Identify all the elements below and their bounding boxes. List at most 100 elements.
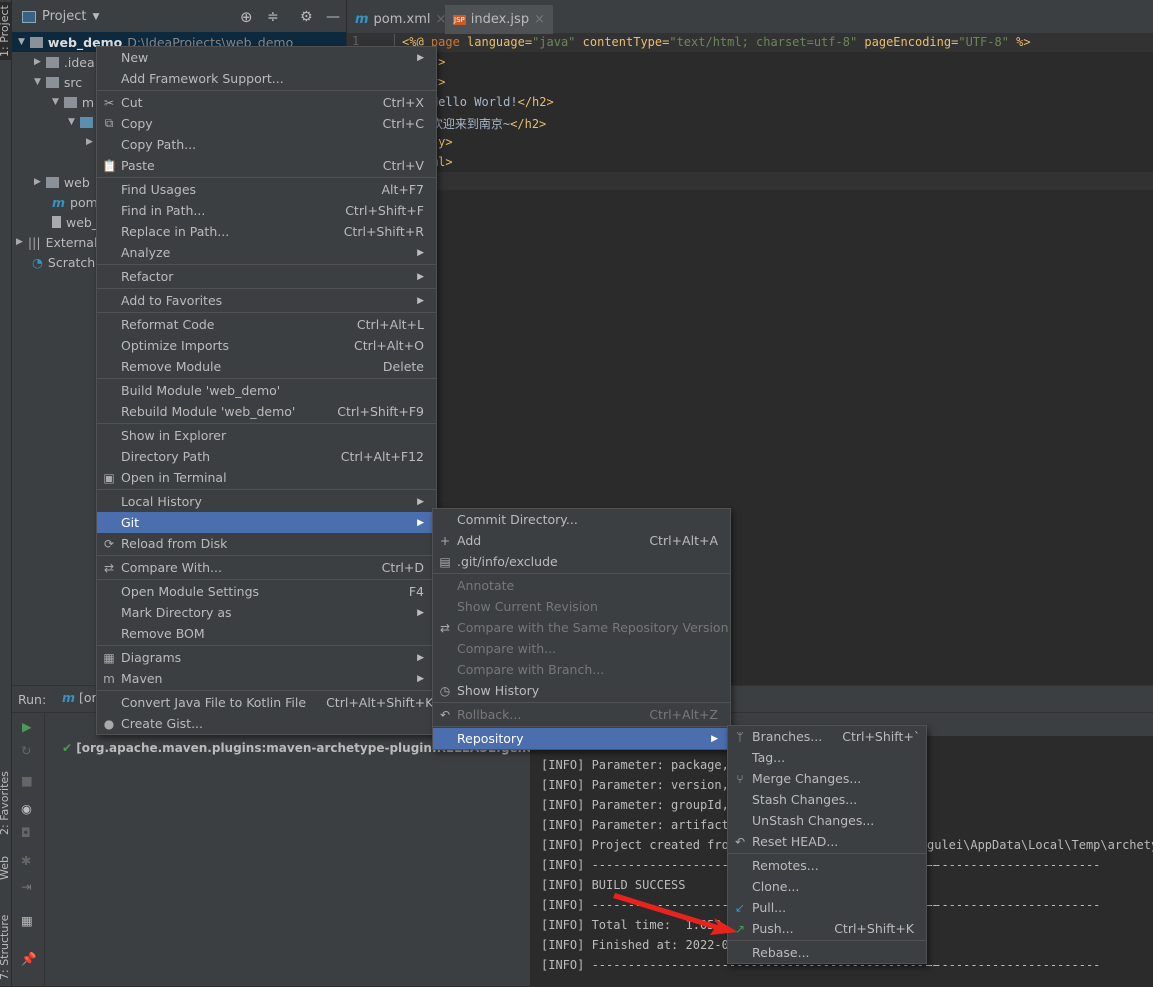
rerun-icon[interactable]: ▶ xyxy=(22,719,32,734)
menu-item-convert-java-file-to-kotlin-file[interactable]: Convert Java File to Kotlin File Ctrl+Alt… xyxy=(97,692,436,713)
menu-item-directory-path[interactable]: Directory Path Ctrl+Alt+F12 xyxy=(97,446,436,467)
tree-item-main[interactable]: ▼ m xyxy=(52,92,94,112)
menu-item-show-in-explorer[interactable]: Show in Explorer xyxy=(97,425,436,446)
menu-item-label: Local History xyxy=(121,494,202,509)
tree-item-src[interactable]: ▼ src xyxy=(34,72,82,92)
menu-item-add-framework-support[interactable]: Add Framework Support... xyxy=(97,68,436,89)
menu-item-diagrams[interactable]: ▦ Diagrams ▶ xyxy=(97,647,436,668)
submenu-arrow-icon: ▶ xyxy=(417,496,424,507)
menu-separator xyxy=(97,579,436,580)
bug-icon[interactable]: ✱ xyxy=(21,853,31,868)
menu-item-annotate: Annotate xyxy=(433,575,730,596)
menu-item-find-in-path[interactable]: Find in Path... Ctrl+Shift+F xyxy=(97,200,436,221)
menu-item-merge-changes[interactable]: ⑂ Merge Changes... xyxy=(728,768,926,789)
expand-icon[interactable]: ▼ xyxy=(18,37,25,47)
menu-item-label: Compare with the Same Repository Version xyxy=(457,620,729,635)
tree-item-sub[interactable]: ▶ xyxy=(86,132,93,152)
compare-with-the-same-repository-version-icon: ⇄ xyxy=(439,620,451,635)
camera-icon[interactable]: ◘ xyxy=(21,825,31,840)
menu-item-add-to-favorites[interactable]: Add to Favorites ▶ xyxy=(97,290,436,311)
menu-item-replace-in-path[interactable]: Replace in Path... Ctrl+Shift+R xyxy=(97,221,436,242)
gear-icon[interactable]: ⚙ xyxy=(300,9,313,25)
tree-item-pom[interactable]: m pom xyxy=(52,192,98,212)
menu-item-git[interactable]: Git ▶ xyxy=(97,512,436,533)
run-tab[interactable]: m [or xyxy=(62,690,97,705)
menu-item-pull[interactable]: ↙ Pull... xyxy=(728,897,926,918)
menu-item-paste[interactable]: 📋 Paste Ctrl+V xyxy=(97,155,436,176)
tree-item-iml[interactable]: web_ xyxy=(52,212,98,232)
menu-item-create-gist[interactable]: ● Create Gist... xyxy=(97,713,436,734)
structure-tool-tab[interactable]: 7: Structure xyxy=(0,915,11,980)
stop-icon[interactable]: ■ xyxy=(21,773,33,788)
menu-item-find-usages[interactable]: Find Usages Alt+F7 xyxy=(97,179,436,200)
menu-item-mark-directory-as[interactable]: Mark Directory as ▶ xyxy=(97,602,436,623)
menu-item-analyze[interactable]: Analyze ▶ xyxy=(97,242,436,263)
hide-icon[interactable]: — xyxy=(326,9,340,25)
menu-item-new[interactable]: New ▶ xyxy=(97,47,436,68)
menu-item-repository[interactable]: Repository ▶ xyxy=(433,728,730,749)
menu-item-reset-head[interactable]: ↶ Reset HEAD... xyxy=(728,831,926,852)
tree-item-external-libraries[interactable]: ▶ ||| External xyxy=(16,232,97,252)
menu-item-label: Branches... xyxy=(752,729,823,744)
menu-item-label: Rollback... xyxy=(457,707,522,722)
menu-item-build-module-web-demo[interactable]: Build Module 'web_demo' xyxy=(97,380,436,401)
cut-icon: ✂ xyxy=(103,95,115,110)
menu-item-unstash-changes[interactable]: UnStash Changes... xyxy=(728,810,926,831)
menu-item-rebase[interactable]: Rebase... xyxy=(728,942,926,963)
pin-icon[interactable]: 📌 xyxy=(21,951,37,967)
project-tool-tab[interactable]: 1: Project xyxy=(0,2,11,60)
menu-item-add[interactable]: + Add Ctrl+Alt+A xyxy=(433,530,730,551)
layout-icon[interactable]: ▦ xyxy=(21,913,33,928)
tree-item-webapp[interactable]: ▼ xyxy=(68,112,93,132)
favorites-tool-tab[interactable]: 2: Favorites xyxy=(0,771,11,835)
menu-item-label: Open Module Settings xyxy=(121,584,260,599)
tab-pom-xml[interactable]: m pom.xml × xyxy=(347,5,454,34)
menu-item-git-info-exclude[interactable]: ▤ .git/info/exclude xyxy=(433,551,730,572)
menu-item-compare-with[interactable]: ⇄ Compare With... Ctrl+D xyxy=(97,557,436,578)
menu-item-commit-directory[interactable]: Commit Directory... xyxy=(433,509,730,530)
menu-item-show-history[interactable]: ◷ Show History xyxy=(433,680,730,701)
menu-item-reformat-code[interactable]: Reformat Code Ctrl+Alt+L xyxy=(97,314,436,335)
tree-item-web[interactable]: ▶ web xyxy=(34,172,90,192)
collapse-all-icon[interactable]: ≑ xyxy=(267,9,279,25)
menu-separator xyxy=(97,489,436,490)
tab-index-jsp[interactable]: JSP index.jsp × xyxy=(445,5,553,34)
reload-from-disk-icon: ⟳ xyxy=(103,536,115,551)
menu-item-label: Rebuild Module 'web_demo' xyxy=(121,404,296,419)
web-tool-tab[interactable]: Web xyxy=(0,856,11,880)
menu-item-cut[interactable]: ✂ Cut Ctrl+X xyxy=(97,92,436,113)
red-annotation-arrow xyxy=(613,893,738,935)
tree-item-scratches[interactable]: ◔ Scratche xyxy=(32,252,103,272)
menu-item-optimize-imports[interactable]: Optimize Imports Ctrl+Alt+O xyxy=(97,335,436,356)
chevron-down-icon[interactable]: ▼ xyxy=(92,12,99,22)
exit-icon[interactable]: ⇥ xyxy=(21,879,31,894)
menu-item-tag[interactable]: Tag... xyxy=(728,747,926,768)
menu-item-label: Repository xyxy=(457,731,524,746)
menu-item-open-module-settings[interactable]: Open Module Settings F4 xyxy=(97,581,436,602)
menu-item-rollback: ↶ Rollback... Ctrl+Alt+Z xyxy=(433,704,730,725)
menu-item-open-in-terminal[interactable]: ▣ Open in Terminal xyxy=(97,467,436,488)
menu-item-branches[interactable]: ᛘ Branches... Ctrl+Shift+` xyxy=(728,726,926,747)
locate-icon[interactable]: ⊕ xyxy=(240,8,253,26)
menu-item-stash-changes[interactable]: Stash Changes... xyxy=(728,789,926,810)
menu-item-remove-bom[interactable]: Remove BOM xyxy=(97,623,436,644)
menu-item-shortcut: Ctrl+Shift+` xyxy=(842,729,921,744)
close-icon[interactable]: × xyxy=(534,12,545,27)
tree-item-idea[interactable]: ▶ .idea xyxy=(34,52,95,72)
menu-item-local-history[interactable]: Local History ▶ xyxy=(97,491,436,512)
menu-item-clone[interactable]: Clone... xyxy=(728,876,926,897)
menu-item-refactor[interactable]: Refactor ▶ xyxy=(97,266,436,287)
menu-item-remotes[interactable]: Remotes... xyxy=(728,855,926,876)
menu-item-copy[interactable]: ⧉ Copy Ctrl+C xyxy=(97,113,436,134)
menu-item-push[interactable]: ↗ Push... Ctrl+Shift+K xyxy=(728,918,926,939)
code-line: <%@ page language="java" contentType="te… xyxy=(402,35,1031,49)
menu-item-remove-module[interactable]: Remove Module Delete xyxy=(97,356,436,377)
project-view-selector[interactable]: Project xyxy=(42,9,86,24)
rerun-failed-icon[interactable]: ↻ xyxy=(21,743,31,758)
menu-item-maven[interactable]: m Maven ▶ xyxy=(97,668,436,689)
menu-item-copy-path[interactable]: Copy Path... xyxy=(97,134,436,155)
folder-icon xyxy=(45,176,59,188)
menu-item-reload-from-disk[interactable]: ⟳ Reload from Disk xyxy=(97,533,436,554)
menu-item-rebuild-module-web-demo[interactable]: Rebuild Module 'web_demo' Ctrl+Shift+F9 xyxy=(97,401,436,422)
eye-icon[interactable]: ◉ xyxy=(21,801,32,816)
